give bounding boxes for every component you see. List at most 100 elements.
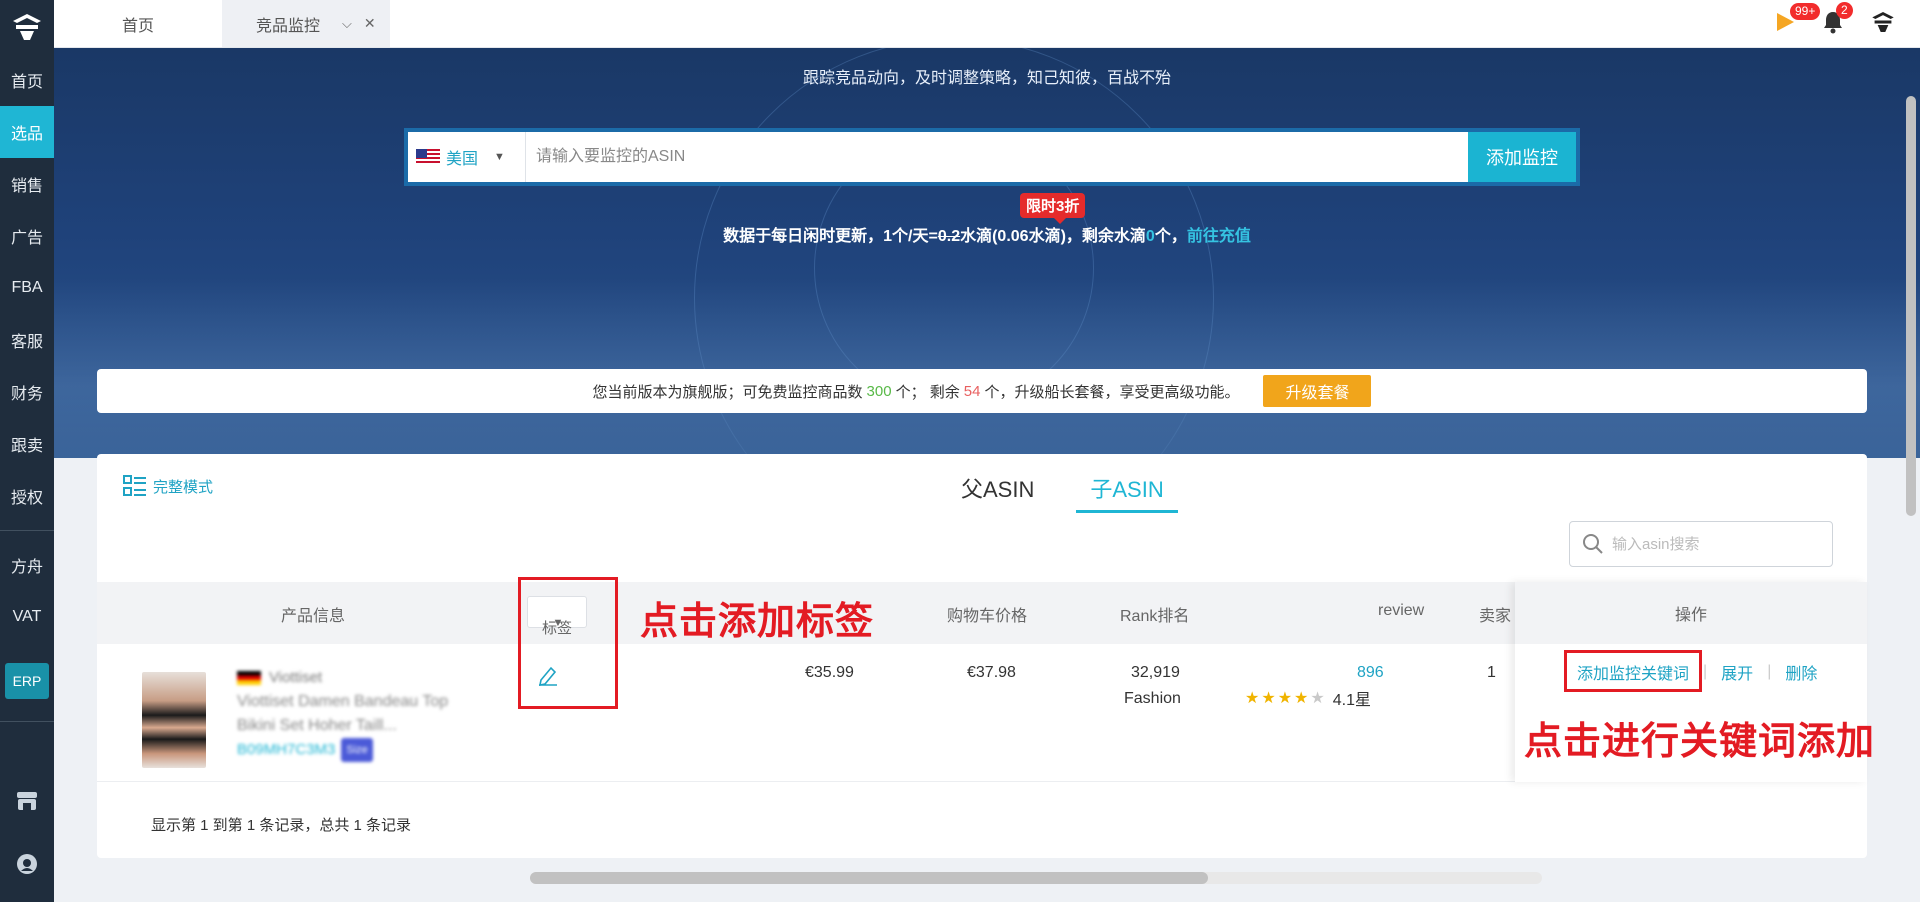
star-icon: ★ (1261, 690, 1276, 707)
review-count[interactable]: 896 (1357, 664, 1384, 682)
pricing-prefix: 数据于每日闲时更新，1个/天= (723, 228, 938, 245)
upgrade-button[interactable]: 升级套餐 (1263, 375, 1372, 407)
sidebar-divider (0, 721, 54, 722)
star-icon: ★ (1245, 690, 1260, 707)
erp-button[interactable]: ERP (5, 663, 49, 699)
pricing-mid: 水滴(0.06水滴)，剩余水滴 (960, 228, 1146, 245)
brand-name: Viottiset (269, 669, 323, 686)
pirate-logo-icon (13, 14, 41, 40)
country-label: 美国 (446, 151, 479, 168)
flag-badge: 99+ (1790, 2, 1821, 20)
cart-price-value: €37.98 (967, 664, 1016, 681)
col-seller: 卖家 (1479, 608, 1512, 625)
col-review: review (1378, 602, 1425, 619)
full-mode-toggle[interactable]: 完整模式 (123, 474, 213, 498)
version-text: 个； 剩余 (895, 383, 960, 401)
sidebar-item-home[interactable]: 首页 (0, 54, 54, 106)
col-operations: 操作 (1515, 582, 1867, 644)
pagination-info: 显示第 1 到第 1 条记录，总共 1 条记录 (151, 817, 412, 834)
product-title[interactable]: Viottiset Damen Bandeau Top Bikini Set H… (237, 690, 477, 738)
vertical-scrollbar[interactable] (1906, 96, 1916, 516)
sidebar-item-ark[interactable]: 方舟 (0, 539, 54, 591)
store-icon[interactable] (0, 790, 54, 812)
star-empty-icon: ★ (1310, 690, 1325, 707)
asin-code: B09MH7C3M3 (237, 741, 336, 758)
keyword-hint-annotation: 点击进行关键词添加 (1524, 721, 1876, 763)
sidebar-item-vat[interactable]: VAT (0, 591, 54, 643)
sidebar-item-sales[interactable]: 销售 (0, 158, 54, 210)
asin-filter-input[interactable] (1612, 535, 1812, 553)
version-text: 您当前版本为旗舰版；可免费监控商品数 (592, 383, 863, 401)
promo-badge: 限时3折 (1020, 193, 1086, 224)
product-brand: Viottiset (237, 666, 477, 690)
bell-badge: 2 (1836, 1, 1853, 19)
star-icon: ★ (1277, 690, 1293, 707)
delete-link[interactable]: 删除 (1785, 660, 1817, 684)
asin-tabs: 父ASIN 子ASIN (947, 468, 1178, 513)
tab-label: 首页 (121, 17, 154, 35)
full-mode-label: 完整模式 (153, 478, 214, 496)
tag-hint-annotation: 点击添加标签 (640, 601, 875, 643)
country-select[interactable]: 美国 ▼ (408, 132, 526, 182)
scrollbar-thumb[interactable] (530, 872, 1208, 884)
avatar-icon (1872, 11, 1894, 32)
top-tab-bar: 首页 竞品监控 ⌵ ✕ 99+ 2 (54, 0, 1920, 48)
seller-value: 1 (1487, 664, 1496, 681)
chevron-down-icon[interactable]: ⌵ (342, 16, 352, 32)
rating: ★ ★ ★ ★ ★ 4.1星 (1245, 686, 1371, 710)
keyword-highlight-box (1564, 650, 1702, 692)
app-root: 首页 选品 销售 广告 FBA 客服 财务 跟卖 授权 方舟 VAT ERP 首… (0, 0, 1920, 902)
remaining-drops: 0 (1145, 228, 1155, 245)
product-info-blurred: Viottiset Viottiset Damen Bandeau Top Bi… (237, 666, 477, 762)
hero-tagline: 跟踪竞品动向，及时调整策略，知己知彼，百战不殆 (802, 70, 1171, 87)
asin-input[interactable] (526, 132, 1468, 182)
list-mode-icon (123, 475, 146, 496)
topbar-actions: 99+ 2 (1774, 0, 1920, 47)
asin-badge: Size (341, 738, 373, 762)
tab-competitor-monitor[interactable]: 竞品监控 ⌵ ✕ (222, 0, 390, 47)
de-flag-icon (237, 671, 261, 685)
rank-category: Fashion (1124, 690, 1181, 707)
flag-notification[interactable]: 99+ (1774, 2, 1821, 37)
quota-count: 300 (866, 382, 892, 400)
star-icon: ★ (1294, 690, 1309, 707)
user-avatar[interactable] (1870, 9, 1896, 39)
support-icon[interactable] (0, 852, 54, 876)
tab-child-asin[interactable]: 子ASIN (1076, 468, 1178, 513)
col-product-info: 产品信息 (281, 608, 346, 625)
mountain-backdrop (54, 278, 1920, 458)
price-value: €35.99 (805, 664, 854, 681)
product-asin[interactable]: B09MH7C3M3 Size (237, 738, 477, 762)
star-rating: ★ ★ ★ ★ ★ (1245, 688, 1325, 708)
col-rank: Rank排名 (1120, 608, 1190, 625)
add-monitor-button[interactable]: 添加监控 (1468, 132, 1576, 182)
app-logo[interactable] (0, 0, 54, 54)
tab-home[interactable]: 首页 (54, 0, 222, 47)
version-text: 个，升级船长套餐，享受更高级功能。 (984, 383, 1240, 401)
product-thumbnail[interactable] (142, 672, 206, 768)
old-price: 0.2 (937, 228, 961, 245)
pricing-suffix: 个， (1154, 228, 1187, 245)
sidebar-item-product-selection[interactable]: 选品 (0, 106, 54, 158)
sidebar-divider (0, 530, 54, 531)
bell-notification[interactable]: 2 (1822, 1, 1853, 38)
asin-search-bar: 美国 ▼ 添加监控 (404, 128, 1580, 186)
separator: | (1767, 663, 1772, 680)
horizontal-scrollbar[interactable] (530, 872, 1542, 884)
tab-parent-asin[interactable]: 父ASIN (947, 468, 1048, 513)
sidebar-item-fba[interactable]: FBA (0, 262, 54, 314)
sidebar-item-authorization[interactable]: 授权 (0, 470, 54, 522)
us-flag-icon (416, 149, 440, 165)
sidebar-item-ads[interactable]: 广告 (0, 210, 54, 262)
close-icon[interactable]: ✕ (364, 15, 376, 32)
tab-label: 竞品监控 (256, 17, 321, 35)
caret-down-icon: ▼ (494, 151, 505, 163)
sidebar-item-customer-service[interactable]: 客服 (0, 314, 54, 366)
expand-link[interactable]: 展开 (1721, 660, 1753, 684)
sidebar-item-finance[interactable]: 财务 (0, 366, 54, 418)
rank-value: 32,919 (1131, 664, 1180, 681)
recharge-link[interactable]: 前往充值 (1187, 228, 1251, 245)
pricing-info: 数据于每日闲时更新，1个/天=0.2水滴(0.06水滴)，剩余水滴0个，前往充值 (54, 222, 1920, 246)
search-icon (1583, 534, 1603, 554)
sidebar-item-follow-sell[interactable]: 跟卖 (0, 418, 54, 470)
